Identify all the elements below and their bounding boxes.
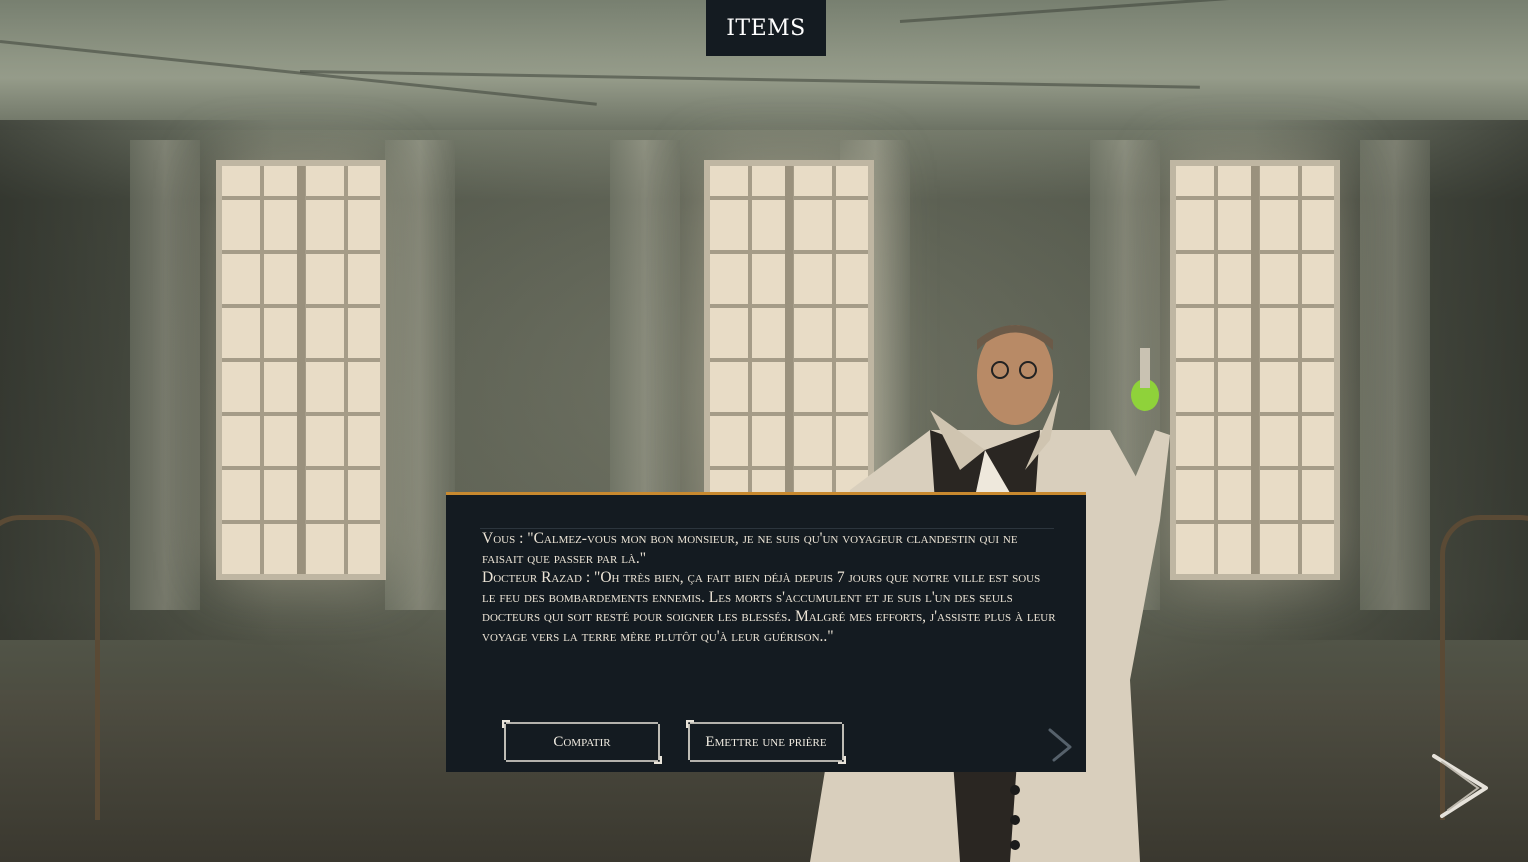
- window-left: [216, 160, 386, 580]
- dialog-panel: Vous : "Calmez-vous mon bon monsieur, je…: [446, 492, 1086, 772]
- items-tab-label: ITEMS: [726, 15, 806, 41]
- choice-label: Compatir: [553, 733, 611, 750]
- dialog-line-doctor: Docteur Razad : "Oh très bien, ça fait b…: [482, 569, 1056, 645]
- chevron-right-icon[interactable]: [1044, 727, 1076, 763]
- items-tab[interactable]: ITEMS: [706, 0, 826, 56]
- bed-left: [0, 515, 100, 820]
- choice-button-priere[interactable]: Emettre une prière: [686, 720, 846, 764]
- dialog-line-player: Vous : "Calmez-vous mon bon monsieur, je…: [482, 530, 1018, 567]
- choice-button-compatir[interactable]: Compatir: [502, 720, 662, 764]
- next-scene-chevron-icon[interactable]: [1428, 752, 1492, 822]
- choice-label: Emettre une prière: [705, 733, 827, 750]
- window-right: [1170, 160, 1340, 580]
- dialog-text: Vous : "Calmez-vous mon bon monsieur, je…: [482, 529, 1056, 646]
